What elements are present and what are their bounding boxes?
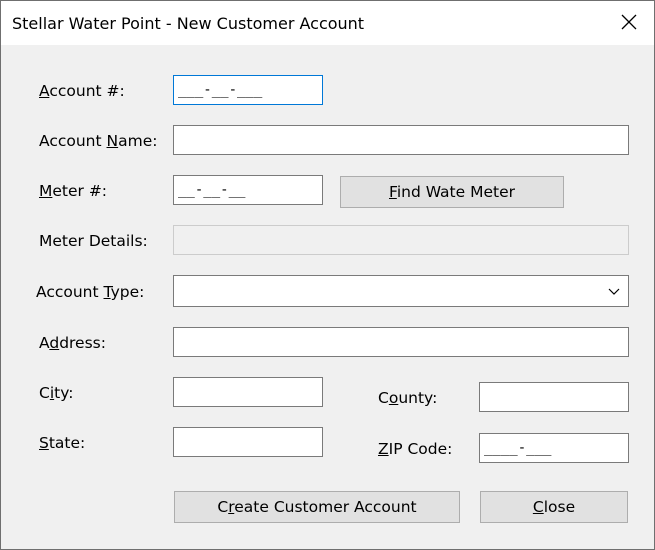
state-input[interactable] [173,427,323,457]
zip-code-input[interactable]: ____-___ [479,433,629,463]
county-input[interactable] [479,382,629,412]
window-title: Stellar Water Point - New Customer Accou… [12,14,365,33]
close-icon[interactable] [618,11,640,33]
new-customer-account-window: Stellar Water Point - New Customer Accou… [0,0,655,550]
city-input[interactable] [173,377,323,407]
account-number-label: Account #: [39,82,125,100]
state-label: State: [39,434,86,452]
city-label: City: [39,384,74,402]
meter-details-field [173,225,629,255]
find-water-meter-button[interactable]: Find Wate Meter [340,176,564,208]
meter-number-label: Meter #: [39,182,108,200]
zip-code-label: ZIP Code: [378,440,453,458]
account-name-label: Account Name: [39,132,158,150]
account-number-input[interactable]: ___-__-___ [173,75,323,105]
create-customer-account-button[interactable]: Create Customer Account [174,491,460,523]
meter-number-input[interactable]: __-__-__ [173,175,323,205]
account-type-label: Account Type: [36,283,145,301]
title-bar: Stellar Water Point - New Customer Accou… [1,1,654,45]
account-type-select[interactable] [173,275,629,307]
chevron-down-icon[interactable] [608,285,620,297]
address-input[interactable] [173,327,629,357]
meter-details-label: Meter Details: [39,232,148,250]
account-name-input[interactable] [173,125,629,155]
close-button[interactable]: Close [480,491,628,523]
address-label: Address: [39,334,106,352]
county-label: County: [378,389,438,407]
